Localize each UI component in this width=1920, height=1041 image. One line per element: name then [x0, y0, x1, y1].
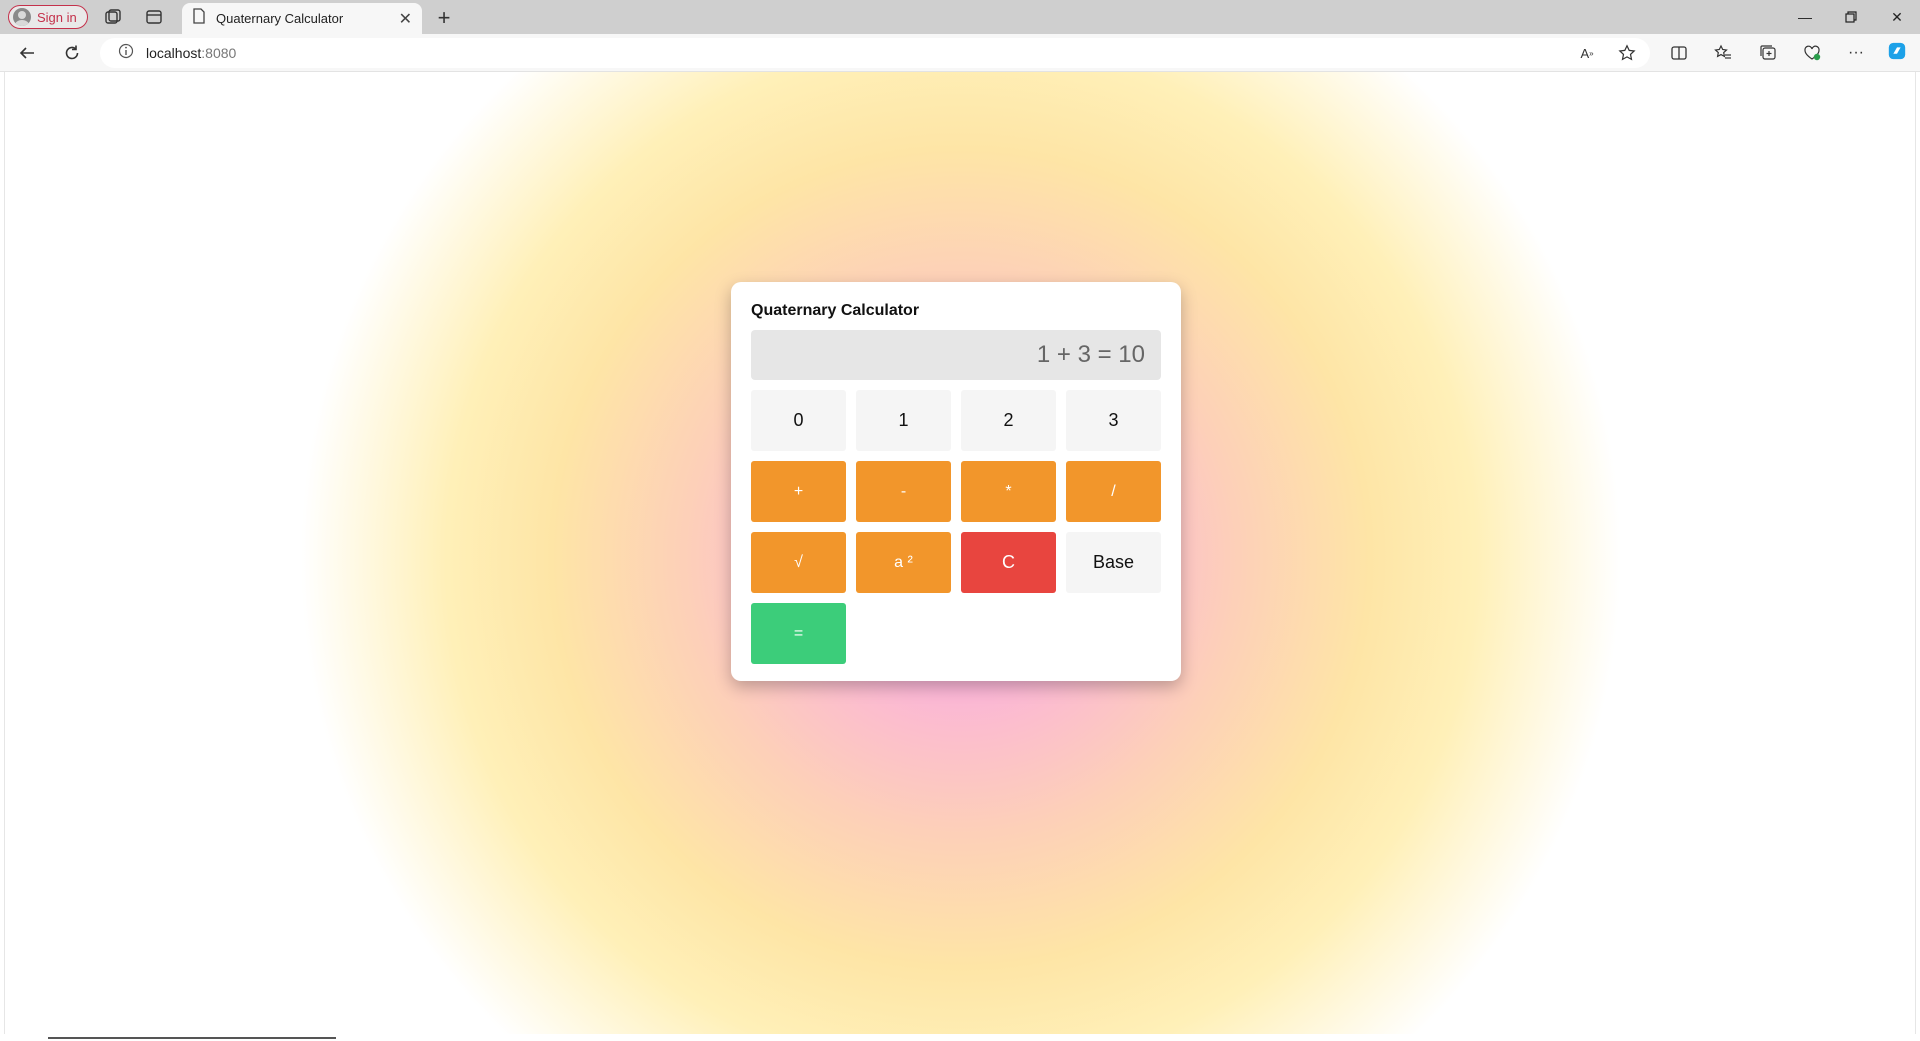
- digit-1-button[interactable]: 1: [856, 390, 951, 451]
- window-controls: — ✕: [1782, 0, 1920, 34]
- digit-0-button[interactable]: 0: [751, 390, 846, 451]
- back-icon[interactable]: [17, 43, 37, 63]
- site-info-icon[interactable]: [118, 43, 134, 64]
- digit-3-button[interactable]: 3: [1066, 390, 1161, 451]
- close-window-icon[interactable]: ✕: [1874, 0, 1920, 34]
- tab-actions-icon[interactable]: [144, 7, 164, 27]
- add-button[interactable]: +: [751, 461, 846, 522]
- tab-title: Quaternary Calculator: [216, 11, 344, 26]
- clear-button[interactable]: C: [961, 532, 1056, 593]
- read-aloud-icon[interactable]: A»: [1577, 43, 1597, 63]
- browser-essentials-icon[interactable]: [1802, 43, 1822, 63]
- workspaces-icon[interactable]: [103, 7, 123, 27]
- subtract-button[interactable]: -: [856, 461, 951, 522]
- url-text: localhost:8080: [146, 45, 236, 61]
- digit-2-button[interactable]: 2: [961, 390, 1056, 451]
- equals-button[interactable]: =: [751, 603, 846, 664]
- favorites-icon[interactable]: [1713, 43, 1733, 63]
- tab-quaternary-calculator[interactable]: Quaternary Calculator ✕: [182, 3, 422, 34]
- browser-toolbar: localhost:8080 A» ···: [0, 34, 1920, 72]
- base-button[interactable]: Base: [1066, 532, 1161, 593]
- new-tab-icon[interactable]: +: [432, 5, 456, 30]
- browser-tab-strip: Sign in Quaternary Calculator ✕ + — ✕: [0, 0, 1920, 34]
- multiply-button[interactable]: *: [961, 461, 1056, 522]
- close-tab-icon[interactable]: ✕: [399, 9, 412, 29]
- split-screen-icon[interactable]: [1669, 43, 1689, 63]
- refresh-icon[interactable]: [62, 43, 82, 63]
- profile-button[interactable]: Sign in: [8, 5, 88, 29]
- page-icon: [192, 8, 206, 29]
- restore-icon[interactable]: [1828, 0, 1874, 34]
- scroll-indicator: [48, 1037, 336, 1039]
- avatar-icon: [13, 8, 31, 26]
- calculator-display: 1 + 3 = 10: [751, 330, 1161, 380]
- calculator-title: Quaternary Calculator: [751, 302, 920, 319]
- keypad: 0 1 2 3 + - * / √ a ² C Base =: [751, 390, 1161, 664]
- copilot-icon[interactable]: [1887, 41, 1907, 61]
- divide-button[interactable]: /: [1066, 461, 1161, 522]
- url-port: :8080: [201, 45, 237, 61]
- address-bar[interactable]: localhost:8080: [100, 38, 1650, 68]
- square-button[interactable]: a ²: [856, 532, 951, 593]
- url-host: localhost: [146, 45, 202, 61]
- collections-icon[interactable]: [1758, 43, 1778, 63]
- sqrt-button[interactable]: √: [751, 532, 846, 593]
- profile-label: Sign in: [37, 9, 77, 25]
- calculator-card: Quaternary Calculator 1 + 3 = 10 0 1 2 3…: [731, 282, 1181, 681]
- minimize-icon[interactable]: —: [1782, 0, 1828, 34]
- favorite-star-icon[interactable]: [1617, 43, 1637, 63]
- more-options-icon[interactable]: ···: [1846, 43, 1866, 63]
